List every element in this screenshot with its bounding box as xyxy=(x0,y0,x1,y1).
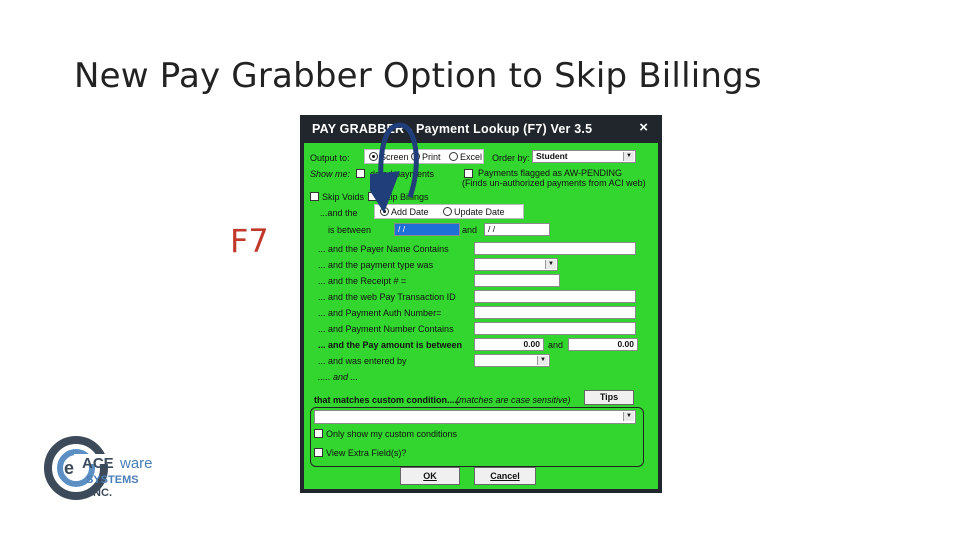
payment-type-select[interactable]: ▼ xyxy=(474,258,558,271)
view-extra-label: View Extra Field(s)? xyxy=(326,448,407,458)
order-by-value: Student xyxy=(536,151,568,161)
entered-by-label: ... and was entered by xyxy=(318,356,407,366)
aw-pending-sublabel: (Finds un-authorized payments from ACI w… xyxy=(462,178,646,188)
payer-name-label: ... and the Payer Name Contains xyxy=(318,244,449,254)
f7-key-label: F7 xyxy=(230,222,269,260)
web-pay-input[interactable] xyxy=(474,290,636,303)
tips-button[interactable]: Tips xyxy=(584,390,634,405)
svg-text:e: e xyxy=(64,458,74,478)
aw-pending-checkbox[interactable] xyxy=(464,169,473,178)
cancel-button-label: Cancel xyxy=(490,471,520,481)
curved-arrow-icon xyxy=(370,122,419,213)
aceware-logo: e ACE ware SYSTEMS INC. xyxy=(44,436,153,500)
custom-condition-label: that matches custom condition..... xyxy=(314,395,460,405)
order-by-label: Order by: xyxy=(492,153,530,163)
custom-condition-select[interactable]: ▼ xyxy=(314,410,636,424)
amount-to-input[interactable]: 0.00 xyxy=(568,338,638,351)
chevron-down-icon: ▼ xyxy=(623,412,634,421)
date-to-input[interactable]: / / xyxy=(484,223,550,236)
chevron-down-icon: ▼ xyxy=(545,260,556,269)
skip-voids-checkbox[interactable] xyxy=(310,192,319,201)
entered-by-select[interactable]: ▼ xyxy=(474,354,550,367)
slide-title: New Pay Grabber Option to Skip Billings xyxy=(74,56,762,96)
cancel-button[interactable]: Cancel xyxy=(474,467,536,485)
ok-button-label: OK xyxy=(423,471,437,481)
chevron-down-icon: ▼ xyxy=(537,356,548,365)
show-me-label: Show me: xyxy=(310,169,351,179)
update-date-radio[interactable] xyxy=(443,207,452,216)
dated-payments-checkbox[interactable] xyxy=(356,169,365,178)
output-excel-radio[interactable] xyxy=(449,152,458,161)
is-between-label: is between xyxy=(328,225,372,235)
update-date-label: Update Date xyxy=(454,207,505,217)
output-to-label: Output to: xyxy=(310,153,350,163)
payment-number-input[interactable] xyxy=(474,322,636,335)
aw-pending-label: Payments flagged as AW-PENDING xyxy=(478,168,623,178)
amount-and-label: and xyxy=(548,340,564,350)
chevron-down-icon: ▼ xyxy=(623,152,634,161)
logo-inc-text: INC. xyxy=(90,487,112,499)
payment-number-label: ... and Payment Number Contains xyxy=(318,324,454,334)
close-icon[interactable]: × xyxy=(639,119,648,136)
skip-voids-label: Skip Voids xyxy=(322,192,365,202)
logo-ace-text: ACE xyxy=(82,455,114,472)
payment-type-label: ... and the payment type was xyxy=(318,260,434,270)
case-sensitive-note: (matches are case sensitive) xyxy=(456,395,571,405)
logo-ware-text: ware xyxy=(119,455,153,472)
ok-button[interactable]: OK xyxy=(400,467,460,485)
order-by-select[interactable]: Student ▼ xyxy=(532,150,636,163)
output-excel-label: Excel xyxy=(460,152,483,162)
window-title: PAY GRABBER - Payment Lookup (F7) Ver 3.… xyxy=(312,122,593,136)
receipt-input[interactable] xyxy=(474,274,560,287)
auth-number-input[interactable] xyxy=(474,306,636,319)
view-extra-checkbox[interactable] xyxy=(314,448,323,457)
only-custom-checkbox[interactable] xyxy=(314,429,323,438)
pay-grabber-window: PAY GRABBER - Payment Lookup (F7) Ver 3.… xyxy=(300,115,662,493)
and-more-label: ..... and ... xyxy=(318,372,359,382)
logo-systems-text: SYSTEMS xyxy=(86,474,139,486)
web-pay-label: ... and the web Pay Transaction ID xyxy=(318,292,456,302)
window-titlebar[interactable]: PAY GRABBER - Payment Lookup (F7) Ver 3.… xyxy=(300,115,662,143)
amount-from-input[interactable]: 0.00 xyxy=(474,338,544,351)
date-from-input[interactable]: / / xyxy=(394,223,460,236)
form-body: Output to: Screen Print Excel Order by: … xyxy=(304,143,658,489)
receipt-label: ... and the Receipt # = xyxy=(318,276,407,286)
pay-amount-label: ... and the Pay amount is between xyxy=(318,340,463,350)
payer-name-input[interactable] xyxy=(474,242,636,255)
auth-number-label: ... and Payment Auth Number= xyxy=(318,308,442,318)
date-and-label: and xyxy=(462,225,478,235)
only-custom-label: Only show my custom conditions xyxy=(326,429,458,439)
and-the-label: ...and the xyxy=(320,208,358,218)
